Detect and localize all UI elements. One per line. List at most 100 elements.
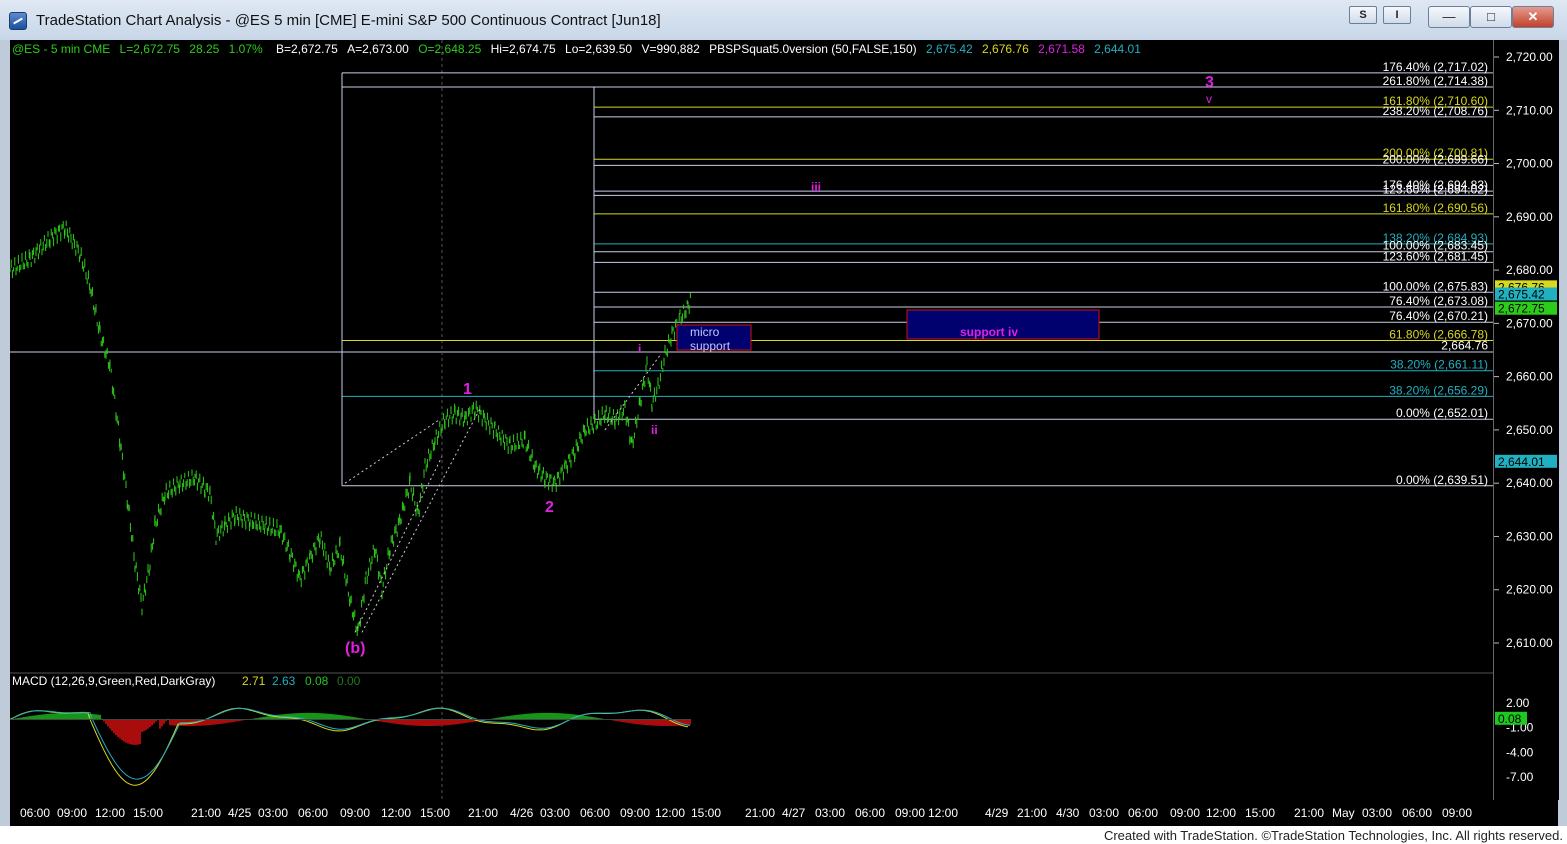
macd-value-2: 2.63 <box>272 674 296 688</box>
time-tick-label: 03:00 <box>1362 806 1392 820</box>
macd-badge-label: 0.08 <box>1498 712 1522 726</box>
vol-text: V=990,882 <box>641 42 700 56</box>
open-text: O=2,648.25 <box>418 42 482 56</box>
fib-level-label: 200.00% (2,699.66) <box>1383 152 1488 166</box>
time-tick-label: 09:00 <box>57 806 87 820</box>
price-axis-svg: 2,720.00 2,710.00 2,700.00 2,690.00 2,680.00… <box>1494 50 1557 784</box>
price-tick-label: 2,700.00 <box>1506 157 1553 171</box>
insert-button[interactable]: I <box>1383 6 1411 24</box>
time-tick-label: 12:00 <box>655 806 685 820</box>
wave-1-label: 1 <box>463 381 472 398</box>
fib-level-label: 238.20% (2,708.76) <box>1383 104 1488 118</box>
price-badge-label: 2,644.01 <box>1498 455 1545 469</box>
price-tick-label: 2,710.00 <box>1506 103 1553 117</box>
hi-text: Hi=2,674.75 <box>490 42 556 56</box>
time-tick-label: 09:00 <box>1442 806 1472 820</box>
fib-level-label: 76.40% (2,673.08) <box>1389 294 1488 308</box>
time-tick-label: 12:00 <box>95 806 125 820</box>
macd-value-4: 0.00 <box>337 674 361 688</box>
fib-level-label: 2,664.76 <box>1441 338 1488 352</box>
time-tick-label: 03:00 <box>1089 806 1119 820</box>
time-tick-label: 09:00 <box>1170 806 1200 820</box>
bid-text: B=2,672.75 <box>276 42 338 56</box>
close-button[interactable]: ✕ <box>1512 6 1554 28</box>
time-tick-label: 15:00 <box>691 806 721 820</box>
fib-level-label: 0.00% (2,639.51) <box>1396 473 1488 487</box>
micro-label: micro <box>690 325 720 339</box>
time-tick-label: 15:00 <box>420 806 450 820</box>
time-tick-label: 06:00 <box>1402 806 1432 820</box>
fib-level-label: 76.40% (2,670.21) <box>1389 309 1488 323</box>
chart-area[interactable]: micro support support iv 3 v iii i ii 1 … <box>9 40 1493 800</box>
price-tick-label: 2,650.00 <box>1506 423 1553 437</box>
time-tick-label: 03:00 <box>258 806 288 820</box>
study-value-3: 2,671.58 <box>1038 42 1085 56</box>
time-tick-label: 06:00 <box>1128 806 1158 820</box>
time-tick-label: 06:00 <box>20 806 50 820</box>
ask-text: A=2,673.00 <box>347 42 409 56</box>
dotted-trend-line <box>344 418 441 484</box>
price-axis[interactable]: 2,720.00 2,710.00 2,700.00 2,690.00 2,680.00… <box>1493 40 1559 800</box>
pct-text: 1.07% <box>228 42 263 56</box>
fib-lines-group <box>341 72 1493 487</box>
time-tick-label: 21:00 <box>1294 806 1324 820</box>
time-tick-label: 12:00 <box>928 806 958 820</box>
time-tick-label: 21:00 <box>191 806 221 820</box>
dotted-trend-line <box>361 408 481 633</box>
window-frame-left <box>0 40 10 826</box>
maximize-button[interactable]: □ <box>1470 6 1512 28</box>
time-tick-label: 09:00 <box>895 806 925 820</box>
time-tick-label: 12:00 <box>381 806 411 820</box>
macd-value-1: 2.71 <box>242 674 266 688</box>
time-tick-label: 06:00 <box>580 806 610 820</box>
time-tick-label: 03:00 <box>540 806 570 820</box>
wave-i-label: i <box>638 342 641 356</box>
support-iv-label: support iv <box>960 325 1018 339</box>
price-tick-label: 2,610.00 <box>1506 636 1553 650</box>
price-badge-label: 2,672.75 <box>1498 302 1545 316</box>
time-tick-label: 21:00 <box>1017 806 1047 820</box>
time-tick-label: 06:00 <box>855 806 885 820</box>
price-badge-label: 2,675.42 <box>1498 287 1545 301</box>
fib-level-label: 123.60% (2,681.45) <box>1383 249 1488 263</box>
macd-series <box>9 707 691 786</box>
price-tick-label: 2,660.00 <box>1506 370 1553 384</box>
fib-level-label: 38.20% (2,661.11) <box>1390 358 1488 372</box>
time-axis[interactable]: 06:00 09:00 12:00 15:00 21:00 4/25 03:00 06:00 0… <box>10 800 1558 826</box>
change-text: 28.25 <box>189 42 220 56</box>
time-tick-label: 15:00 <box>133 806 163 820</box>
dotted-trend-line <box>354 456 443 633</box>
time-tick-label: 4/30 <box>1056 806 1080 820</box>
tradestation-app-icon <box>9 12 27 30</box>
minimize-button[interactable]: — <box>1428 6 1470 28</box>
fib-level-label: 123.60% (2,694.02) <box>1383 182 1488 196</box>
wave-v-label: v <box>1206 92 1212 106</box>
macd-value-3: 0.08 <box>305 674 329 688</box>
footer: Created with TradeStation. ©TradeStation… <box>0 826 1567 844</box>
window-title: TradeStation Chart Analysis - @ES 5 min … <box>36 12 661 29</box>
price-tick-label: 2,680.00 <box>1506 263 1553 277</box>
time-tick-label: 21:00 <box>745 806 775 820</box>
wave-ii-label: ii <box>651 423 658 437</box>
time-tick-label: 21:00 <box>468 806 498 820</box>
fib-level-label: 38.20% (2,656.29) <box>1389 383 1488 397</box>
lo-text: Lo=2,639.50 <box>565 42 633 56</box>
time-tick-label: May <box>1332 806 1355 820</box>
macd-tick-label: 2.00 <box>1506 696 1530 710</box>
support-label: support <box>690 339 731 353</box>
price-tick-label: 2,670.00 <box>1506 316 1553 330</box>
title-bar: TradeStation Chart Analysis - @ES 5 min … <box>0 0 1567 42</box>
time-tick-label: 15:00 <box>1245 806 1275 820</box>
time-axis-svg: 06:00 09:00 12:00 15:00 21:00 4/25 03:00 06:00 0… <box>20 806 1472 820</box>
price-tick-label: 2,630.00 <box>1506 529 1553 543</box>
price-tick-label: 2,620.00 <box>1506 583 1553 597</box>
study-value-2: 2,676.76 <box>982 42 1029 56</box>
price-series <box>9 220 691 637</box>
style-button[interactable]: S <box>1349 6 1377 24</box>
fib-labels-group: 176.40% (2,717.02)261.80% (2,714.38) 161.… <box>1383 60 1489 487</box>
time-tick-label: 09:00 <box>620 806 650 820</box>
time-tick-label: 4/29 <box>985 806 1009 820</box>
time-tick-label: 06:00 <box>298 806 328 820</box>
macd-tick-label: -4.00 <box>1506 745 1534 759</box>
time-tick-label: 09:00 <box>340 806 370 820</box>
